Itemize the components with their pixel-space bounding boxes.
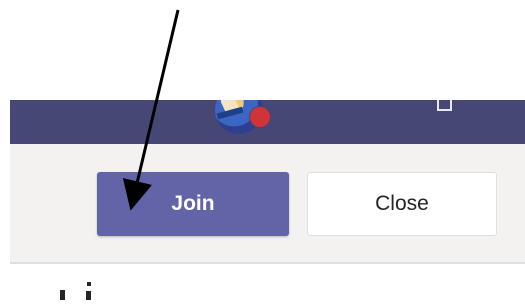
close-button[interactable]: Close — [307, 172, 497, 236]
presence-busy-icon — [249, 106, 271, 128]
page-top-space — [0, 0, 525, 100]
action-bar: Join Close — [10, 144, 525, 262]
bottom-content-area — [10, 264, 525, 300]
join-button[interactable]: Join — [97, 172, 289, 236]
close-button-label: Close — [375, 192, 429, 215]
partial-heading-glyphs — [60, 282, 91, 300]
window-square-icon[interactable] — [437, 100, 452, 111]
join-button-label: Join — [171, 192, 215, 215]
